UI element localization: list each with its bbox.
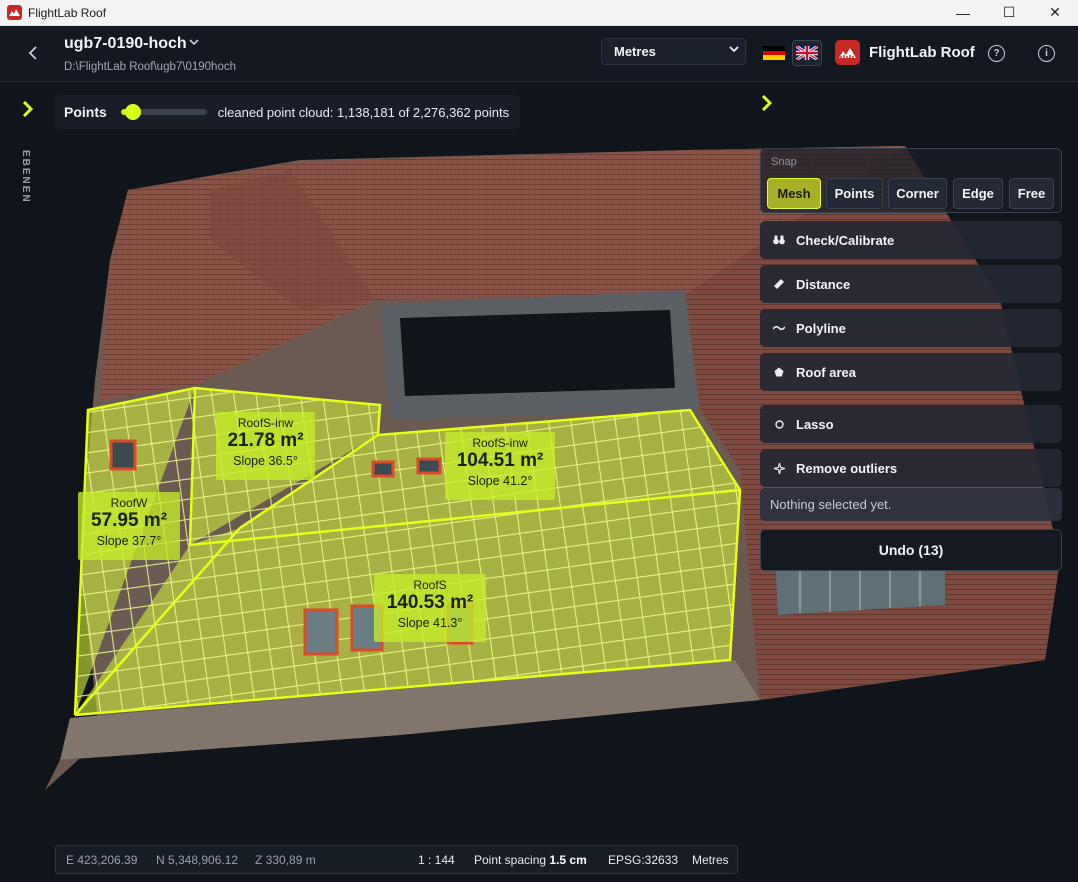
tool-label: Lasso xyxy=(796,416,834,432)
tool-label: Roof area xyxy=(796,364,856,380)
measurement-name: RoofS-inw xyxy=(472,436,528,450)
points-density-slider[interactable] xyxy=(120,104,207,120)
measurement-area: 104.51 m² xyxy=(456,450,544,471)
uk-flag-icon xyxy=(796,46,818,60)
points-label: Points xyxy=(64,104,107,120)
window-title: FlightLab Roof xyxy=(28,5,107,20)
measurement-area: 140.53 m² xyxy=(386,592,474,613)
distance-button[interactable]: Distance xyxy=(760,265,1062,303)
measurement-slope: Slope 41.3° xyxy=(397,616,463,630)
easting-readout: E 423,206.39 xyxy=(66,853,138,867)
northing-readout: N 5,348,906.12 xyxy=(156,853,239,867)
units-select-value: Metres xyxy=(614,44,656,59)
help-icon[interactable]: ? xyxy=(988,45,1005,62)
selection-status: Nothing selected yet. xyxy=(760,488,1062,521)
measurement-label-roofs[interactable]: RoofS 140.53 m² Slope 41.3° xyxy=(374,574,486,642)
measurement-label-roofs-inw-2[interactable]: RoofS-inw 104.51 m² Slope 41.2° xyxy=(445,432,555,500)
scale-readout: 1 : 144 xyxy=(418,853,455,867)
roof-area-button[interactable]: Roof area xyxy=(760,353,1062,391)
chevron-down-icon[interactable] xyxy=(189,37,199,49)
point-spacing-value: 1.5 cm xyxy=(549,853,587,867)
coordinate-status-bar: E 423,206.39 N 5,348,906.12 Z 330,89 m 1… xyxy=(55,845,738,874)
binoculars-icon xyxy=(772,235,786,245)
slider-thumb[interactable] xyxy=(124,104,141,120)
tool-label: Polyline xyxy=(796,320,846,336)
units-readout: Metres xyxy=(692,853,729,867)
check-calibrate-button[interactable]: Check/Calibrate xyxy=(760,221,1062,259)
tool-label: Remove outliers xyxy=(796,460,898,476)
polyline-icon xyxy=(772,324,786,332)
units-select[interactable]: Metres xyxy=(601,38,746,65)
brand-name: FlightLab Roof xyxy=(869,44,975,61)
measurement-slope: Slope 36.5° xyxy=(233,454,298,468)
info-icon[interactable]: i xyxy=(1038,45,1055,62)
ruler-icon xyxy=(772,278,786,290)
point-spacing-readout: Point spacing 1.5 cm xyxy=(474,853,587,867)
point-cloud-info: cleaned point cloud: 1,138,181 of 2,276,… xyxy=(217,104,510,120)
remove-outliers-button[interactable]: Remove outliers xyxy=(760,449,1062,487)
chevron-right-icon xyxy=(22,101,34,117)
layers-tab[interactable]: EBENEN xyxy=(20,150,31,204)
lasso-icon xyxy=(772,419,786,429)
measurement-area: 57.95 m² xyxy=(90,510,168,531)
undo-button[interactable]: Undo (13) xyxy=(760,529,1062,571)
app-logo-icon xyxy=(7,5,22,20)
measurement-label-roofs-inw-1[interactable]: RoofS-inw 21.78 m² Slope 36.5° xyxy=(216,412,315,480)
measurement-slope: Slope 37.7° xyxy=(96,534,162,548)
chevron-left-icon xyxy=(28,46,37,60)
lasso-button[interactable]: Lasso xyxy=(760,405,1062,443)
points-toolbar: Points cleaned point cloud: 1,138,181 of… xyxy=(55,95,520,129)
point-spacing-label: Point spacing xyxy=(474,853,547,867)
snap-mesh-button[interactable]: Mesh xyxy=(767,178,821,209)
close-button[interactable]: ✕ xyxy=(1032,0,1078,25)
measurement-name: RoofS-inw xyxy=(237,416,294,430)
english-flag-button[interactable] xyxy=(792,40,822,66)
snap-group: Snap Mesh Points Corner Edge Free xyxy=(760,148,1062,213)
measurement-label-roofw[interactable]: RoofW 57.95 m² Slope 37.7° xyxy=(78,492,180,560)
polyline-button[interactable]: Polyline xyxy=(760,309,1062,347)
project-path: D:\FlightLab Roof\ugb7\0190hoch xyxy=(64,61,236,73)
measurement-slope: Slope 41.2° xyxy=(467,474,533,488)
right-panel-expand-button[interactable] xyxy=(757,92,777,114)
snap-corner-button[interactable]: Corner xyxy=(888,178,947,209)
chevron-down-icon xyxy=(729,45,739,56)
tool-label: Check/Calibrate xyxy=(796,232,895,248)
window-titlebar: FlightLab Roof — ☐ ✕ xyxy=(0,0,1078,26)
outliers-icon xyxy=(772,462,786,474)
measurement-name: RoofS xyxy=(413,578,447,592)
app-header: ugb7-0190-hoch D:\FlightLab Roof\ugb7\01… xyxy=(0,26,1078,82)
german-flag-icon[interactable] xyxy=(763,46,785,60)
epsg-readout: EPSG:32633 xyxy=(608,853,679,867)
snap-label: Snap xyxy=(771,156,797,168)
pentagon-icon xyxy=(772,367,786,377)
tool-label: Distance xyxy=(796,276,851,292)
minimize-button[interactable]: — xyxy=(940,0,986,25)
snap-edge-button[interactable]: Edge xyxy=(953,178,1003,209)
measurement-area: 21.78 m² xyxy=(227,430,304,451)
chevron-right-icon xyxy=(761,95,773,111)
measurement-name: RoofW xyxy=(110,496,148,510)
snap-points-button[interactable]: Points xyxy=(826,178,883,209)
brand-logo-icon xyxy=(835,40,860,65)
left-panel-expand-button[interactable] xyxy=(18,98,38,120)
project-name[interactable]: ugb7-0190-hoch xyxy=(64,35,187,53)
elevation-readout: Z 330,89 m xyxy=(255,853,316,867)
snap-free-button[interactable]: Free xyxy=(1009,178,1054,209)
maximize-button[interactable]: ☐ xyxy=(986,0,1032,25)
back-button[interactable] xyxy=(22,42,44,64)
